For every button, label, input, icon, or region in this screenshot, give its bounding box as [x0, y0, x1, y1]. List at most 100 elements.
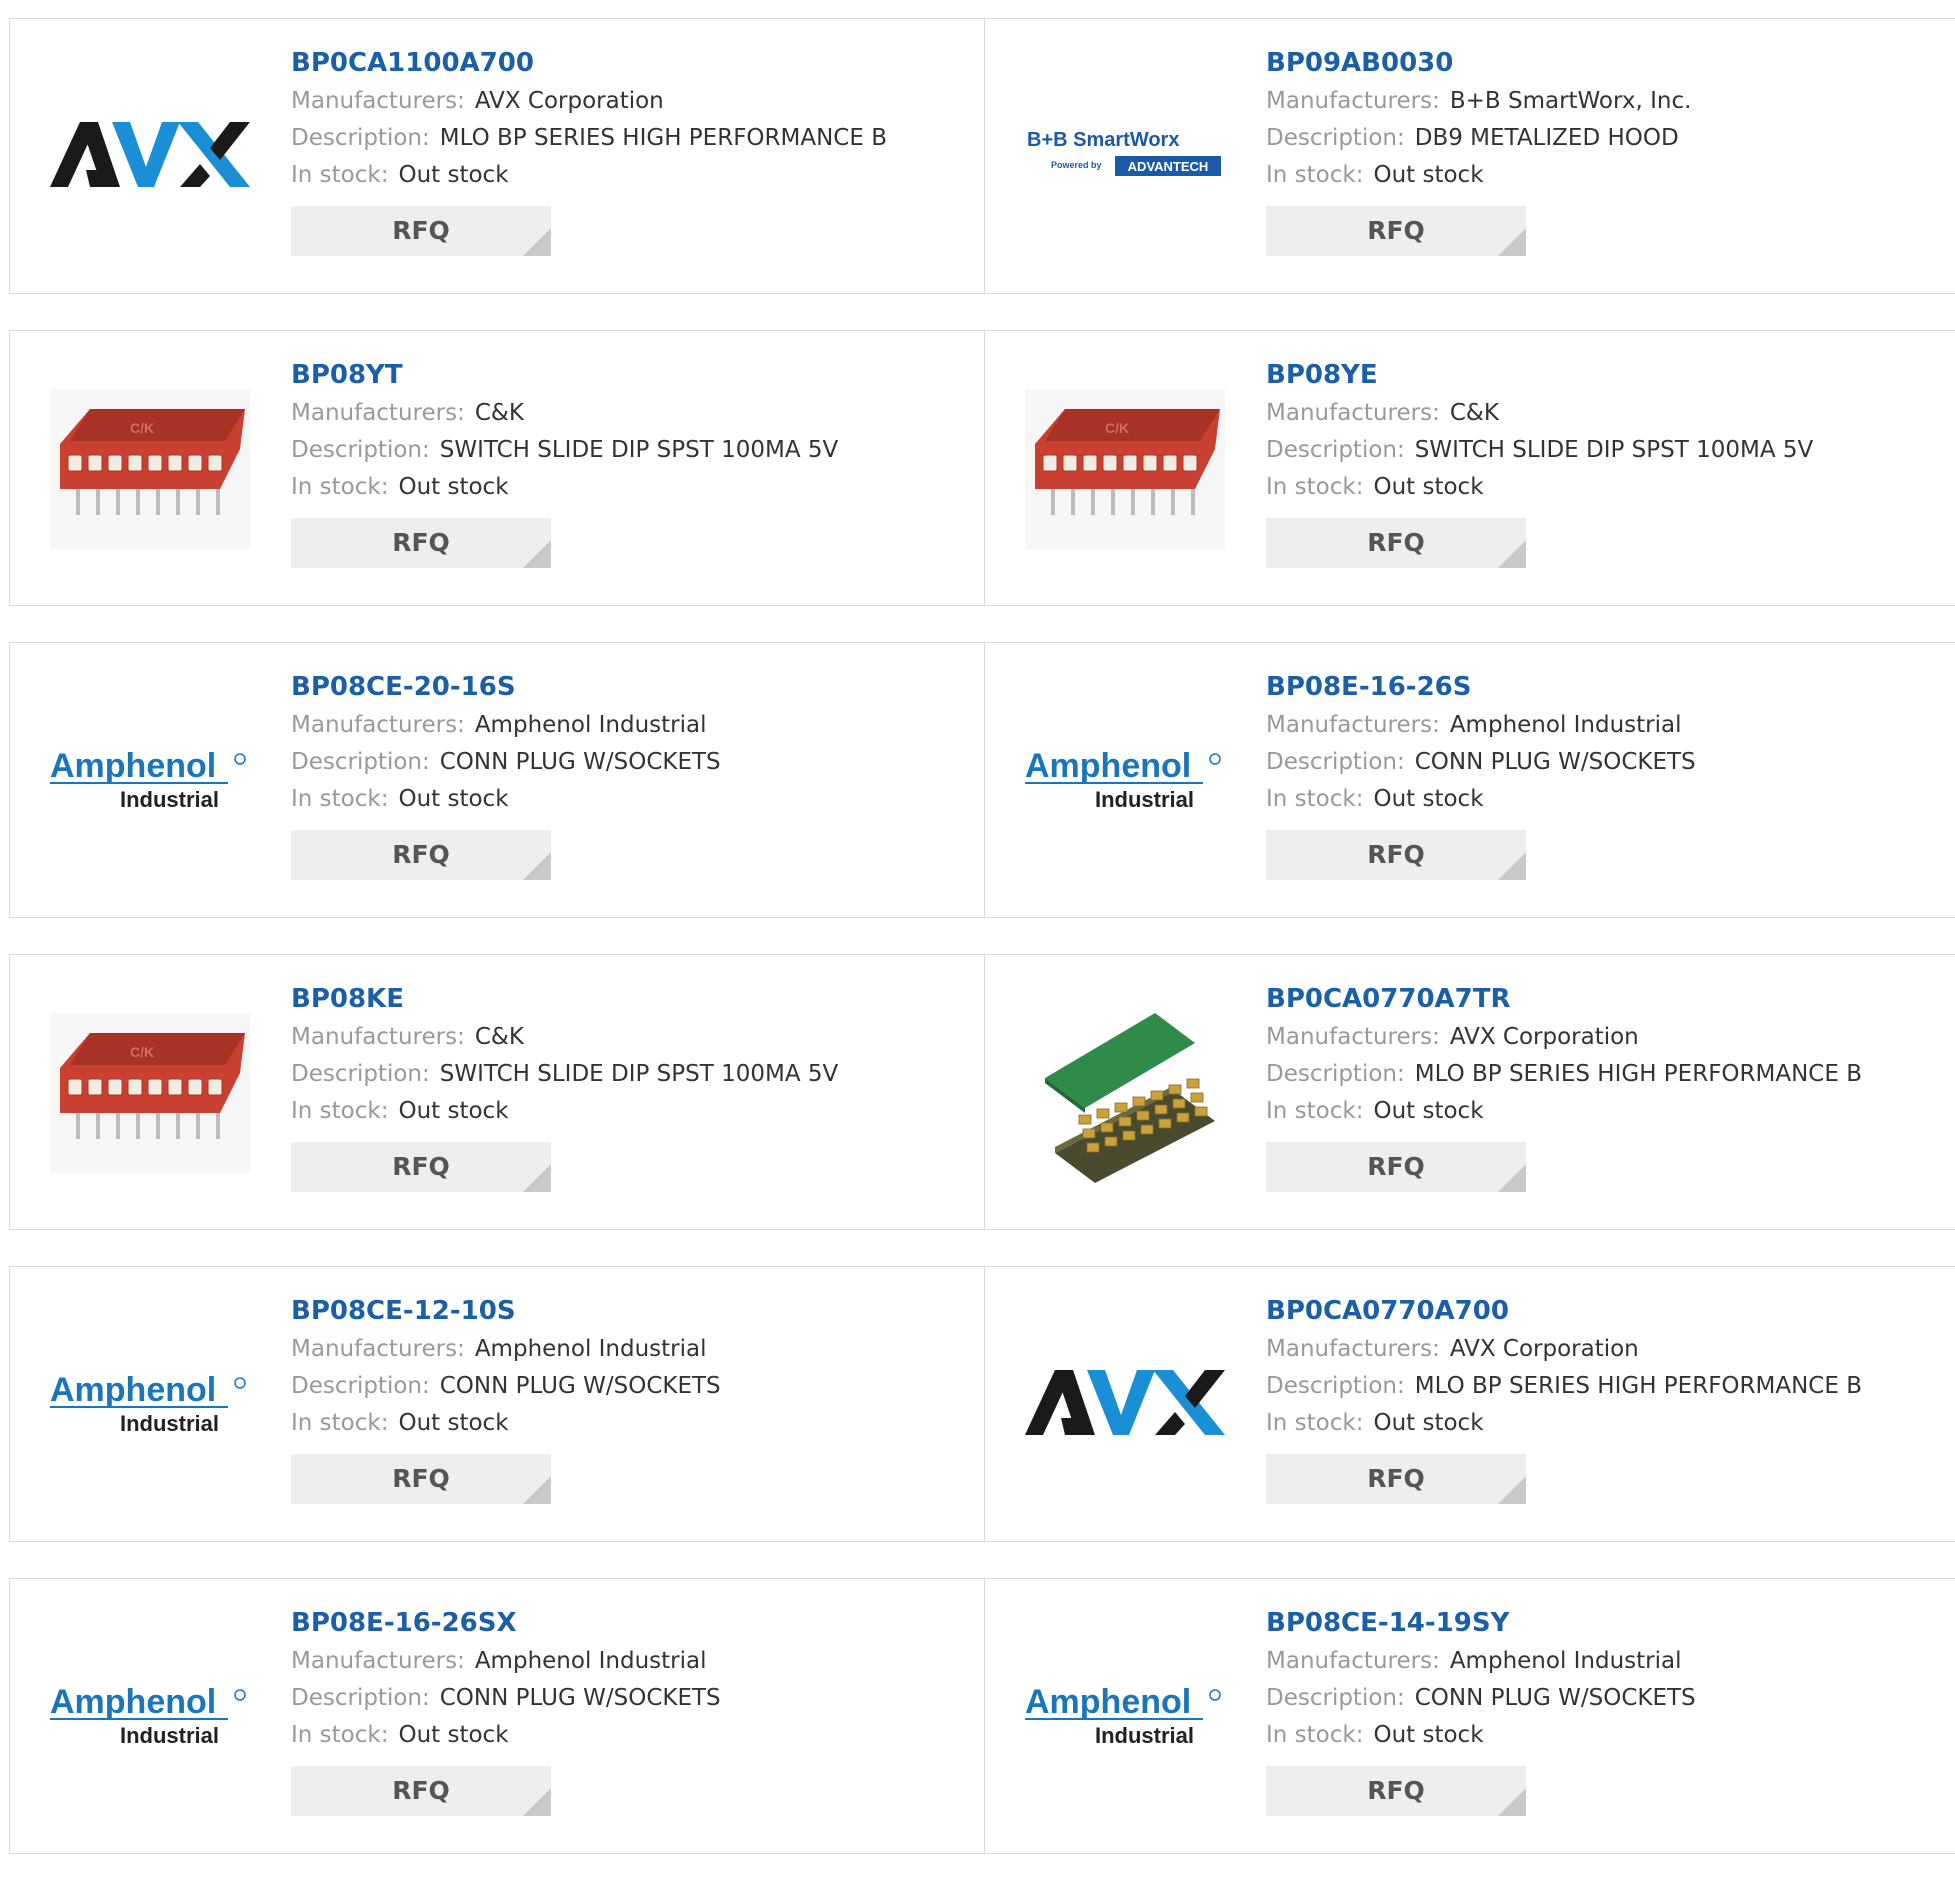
stock-value: Out stock	[398, 1722, 509, 1748]
product-image[interactable]: C/K	[50, 389, 250, 549]
rfq-button[interactable]: RFQ	[1266, 1766, 1526, 1816]
in-stock-label: In stock:	[1266, 1098, 1364, 1124]
in-stock-label: In stock:	[1266, 162, 1364, 188]
rfq-label: RFQ	[392, 528, 450, 557]
stock-value: Out stock	[1373, 162, 1484, 188]
stock-value: Out stock	[398, 474, 509, 500]
amphenol-text: Amphenol	[50, 1371, 216, 1409]
part-number-link[interactable]: BP08CE-20-16S	[291, 671, 721, 707]
amphenol-text: Amphenol	[1025, 1683, 1191, 1721]
product-image[interactable]: Amphenol Industrial	[50, 1335, 250, 1475]
description-value: CONN PLUG W/SOCKETS	[1414, 749, 1696, 775]
product-image[interactable]: B+B SmartWorx Powered by ADVANTECH	[1025, 87, 1225, 227]
rfq-button[interactable]: RFQ	[1266, 1454, 1526, 1504]
rfq-button[interactable]: RFQ	[1266, 830, 1526, 880]
product-image[interactable]: Amphenol Industrial	[1025, 711, 1225, 851]
avx-logo-icon	[1025, 1370, 1225, 1435]
stock-value: Out stock	[398, 786, 509, 812]
description-line: Description: MLO BP SERIES HIGH PERFORMAN…	[1266, 1056, 1862, 1093]
rfq-label: RFQ	[392, 1464, 450, 1493]
corner-triangle-icon	[523, 540, 551, 568]
product-image[interactable]: Amphenol Industrial	[1025, 1647, 1225, 1787]
product-image[interactable]	[50, 87, 250, 227]
manufacturer-value: Amphenol Industrial	[474, 1648, 707, 1674]
manufacturer-line: Manufacturers: C&K	[1266, 395, 1813, 432]
rfq-button[interactable]: RFQ	[1266, 206, 1526, 256]
manufacturer-line: Manufacturers: Amphenol Industrial	[291, 707, 721, 744]
product-image[interactable]	[1025, 1013, 1225, 1183]
manufacturers-label: Manufacturers:	[1266, 88, 1440, 114]
description-line: Description: SWITCH SLIDE DIP SPST 100MA …	[291, 432, 838, 469]
product-info: BP0CA0770A700 Manufacturers: AVX Corporat…	[1266, 1295, 1862, 1504]
description-line: Description: SWITCH SLIDE DIP SPST 100MA …	[291, 1056, 838, 1093]
product-row: Amphenol Industrial BP08CE-12-10S Manufa…	[9, 1266, 1955, 1542]
description-value: DB9 METALIZED HOOD	[1414, 125, 1679, 151]
product-image[interactable]: Amphenol Industrial	[50, 711, 250, 851]
manufacturer-value: AVX Corporation	[474, 88, 664, 114]
part-number-link[interactable]: BP08YE	[1266, 359, 1813, 395]
rfq-button[interactable]: RFQ	[1266, 518, 1526, 568]
description-line: Description: CONN PLUG W/SOCKETS	[291, 1680, 721, 1717]
manufacturer-value: C&K	[1449, 400, 1499, 426]
part-number-link[interactable]: BP0CA0770A700	[1266, 1295, 1862, 1331]
manufacturer-line: Manufacturers: C&K	[291, 395, 838, 432]
stock-line: In stock: Out stock	[1266, 157, 1691, 194]
manufacturers-label: Manufacturers:	[1266, 1336, 1440, 1362]
stock-value: Out stock	[1373, 474, 1484, 500]
manufacturers-label: Manufacturers:	[1266, 1648, 1440, 1674]
manufacturer-line: Manufacturers: B+B SmartWorx, Inc.	[1266, 83, 1691, 120]
description-value: CONN PLUG W/SOCKETS	[1414, 1685, 1696, 1711]
description-line: Description: CONN PLUG W/SOCKETS	[1266, 744, 1696, 781]
stock-value: Out stock	[398, 1098, 509, 1124]
product-card: Amphenol Industrial BP08CE-14-19SY Manuf…	[984, 1579, 1955, 1853]
product-info: BP0CA1100A700 Manufacturers: AVX Corporat…	[291, 47, 887, 256]
manufacturer-line: Manufacturers: C&K	[291, 1019, 838, 1056]
rfq-button[interactable]: RFQ	[1266, 1142, 1526, 1192]
rfq-button[interactable]: RFQ	[291, 206, 551, 256]
part-number-link[interactable]: BP08KE	[291, 983, 838, 1019]
description-line: Description: DB9 METALIZED HOOD	[1266, 120, 1691, 157]
bb-smartworx-logo-icon: B+B SmartWorx Powered by ADVANTECH	[1027, 129, 1221, 176]
manufacturer-value: C&K	[474, 400, 524, 426]
product-card: BP0CA0770A7TR Manufacturers: AVX Corporat…	[984, 955, 1955, 1229]
part-number-link[interactable]: BP08E-16-26SX	[291, 1607, 721, 1643]
description-value: SWITCH SLIDE DIP SPST 100MA 5V	[1414, 437, 1814, 463]
product-card: B+B SmartWorx Powered by ADVANTECH BP09A…	[984, 19, 1955, 293]
manufacturer-value: Amphenol Industrial	[474, 1336, 707, 1362]
product-card: Amphenol Industrial BP08E-16-26S Manufac…	[984, 643, 1955, 917]
product-image[interactable]: C/K	[1025, 389, 1225, 549]
part-number-link[interactable]: BP08E-16-26S	[1266, 671, 1696, 707]
rfq-button[interactable]: RFQ	[291, 1142, 551, 1192]
corner-triangle-icon	[523, 1164, 551, 1192]
stock-line: In stock: Out stock	[291, 781, 721, 818]
amphenol-text: Amphenol	[50, 747, 216, 785]
product-image[interactable]: Amphenol Industrial	[50, 1647, 250, 1787]
rfq-button[interactable]: RFQ	[291, 1454, 551, 1504]
product-info: BP08CE-12-10S Manufacturers: Amphenol Ind…	[291, 1295, 721, 1504]
description-label: Description:	[291, 125, 430, 151]
part-number-link[interactable]: BP08CE-12-10S	[291, 1295, 721, 1331]
product-info: BP08YE Manufacturers: C&K Description: SWI…	[1266, 359, 1813, 568]
manufacturer-value: Amphenol Industrial	[474, 712, 707, 738]
product-info: BP08E-16-26S Manufacturers: Amphenol Indu…	[1266, 671, 1696, 880]
bb-powered-text: Powered by	[1051, 160, 1102, 170]
manufacturer-value: B+B SmartWorx, Inc.	[1449, 88, 1692, 114]
stock-line: In stock: Out stock	[1266, 781, 1696, 818]
amphenol-text: Amphenol	[50, 1683, 216, 1721]
part-number-link[interactable]: BP09AB0030	[1266, 47, 1691, 83]
description-label: Description:	[1266, 125, 1405, 151]
description-value: MLO BP SERIES HIGH PERFORMANCE B	[439, 125, 887, 151]
rfq-button[interactable]: RFQ	[291, 518, 551, 568]
rfq-label: RFQ	[392, 1776, 450, 1805]
part-number-link[interactable]: BP0CA0770A7TR	[1266, 983, 1862, 1019]
part-number-link[interactable]: BP0CA1100A700	[291, 47, 887, 83]
stock-line: In stock: Out stock	[291, 1405, 721, 1442]
product-image[interactable]: C/K	[50, 1013, 250, 1173]
part-number-link[interactable]: BP08YT	[291, 359, 838, 395]
manufacturers-label: Manufacturers:	[291, 1336, 465, 1362]
rfq-button[interactable]: RFQ	[291, 1766, 551, 1816]
part-number-link[interactable]: BP08CE-14-19SY	[1266, 1607, 1696, 1643]
product-image[interactable]	[1025, 1335, 1225, 1475]
stock-line: In stock: Out stock	[1266, 1717, 1696, 1754]
rfq-button[interactable]: RFQ	[291, 830, 551, 880]
